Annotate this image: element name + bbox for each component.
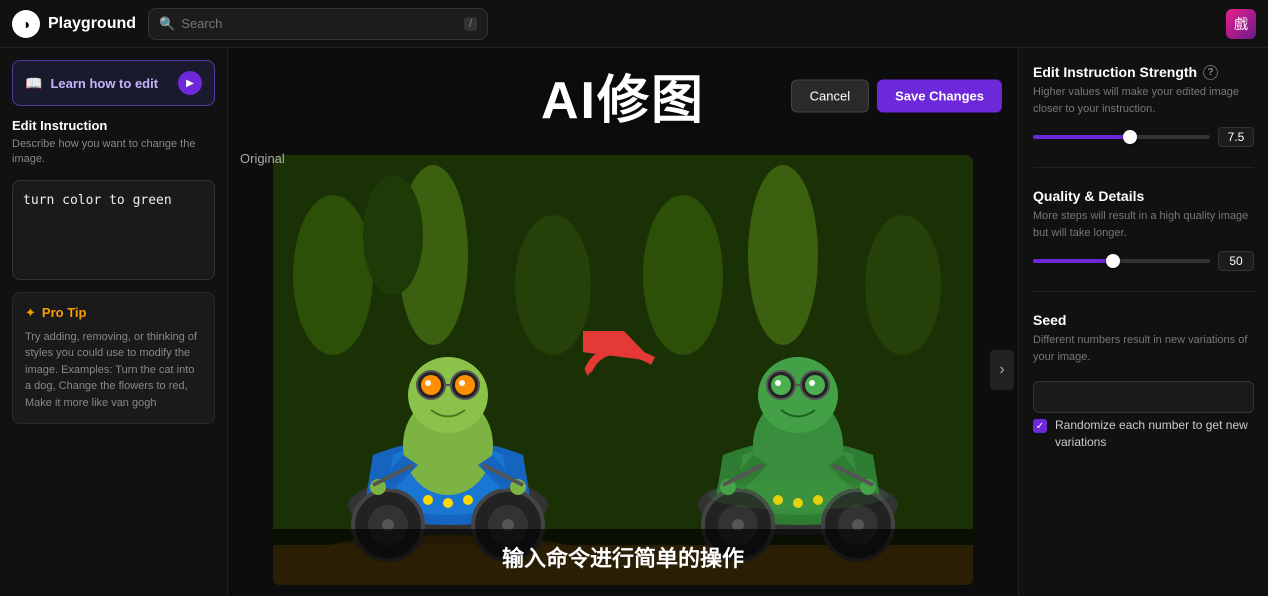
strength-section: Edit Instruction Strength ? Higher value… [1033, 64, 1254, 147]
edit-instruction-desc: Describe how you want to change the imag… [12, 137, 215, 168]
image-left [273, 155, 623, 585]
caption-overlay: 输入命令进行简单的操作 [273, 529, 973, 585]
play-icon: ▶ [178, 71, 202, 95]
search-bar[interactable]: 🔍 / [148, 8, 488, 40]
topnav: ◑ Playground 🔍 / 戲 [0, 0, 1268, 48]
quality-slider-fill [1033, 259, 1113, 263]
quality-slider-track[interactable] [1033, 259, 1210, 263]
strength-desc: Higher values will make your edited imag… [1033, 84, 1254, 117]
seed-section: Seed Different numbers result in new var… [1033, 312, 1254, 451]
nav-title: Playground [48, 15, 136, 33]
canvas-header: AI修图 Cancel Save Changes [228, 48, 1018, 143]
nav-logo: ◑ Playground [12, 10, 136, 38]
seed-title: Seed [1033, 312, 1066, 328]
search-input[interactable] [181, 16, 458, 31]
scroll-right-button[interactable]: › [990, 350, 1014, 390]
strength-title: Edit Instruction Strength [1033, 64, 1197, 80]
seed-input[interactable] [1033, 381, 1254, 413]
star-icon: ✦ [25, 305, 36, 321]
randomize-row: ✓ Randomize each number to get new varia… [1033, 417, 1254, 451]
canvas-actions: Cancel Save Changes [791, 79, 1002, 112]
search-icon: 🔍 [159, 16, 175, 32]
strength-info-icon[interactable]: ? [1203, 65, 1218, 80]
logo-icon: ◑ [12, 10, 40, 38]
strength-value: 7.5 [1218, 127, 1254, 147]
strength-slider-track[interactable] [1033, 135, 1210, 139]
pro-tip-text: Try adding, removing, or thinking of sty… [25, 329, 202, 412]
learn-how-to-edit-button[interactable]: 📖 Learn how to edit ▶ [12, 60, 215, 106]
avatar[interactable]: 戲 [1226, 9, 1256, 39]
quality-title: Quality & Details [1033, 188, 1144, 204]
original-label: Original [240, 151, 285, 166]
pro-tip-title: Pro Tip [42, 305, 87, 320]
quality-desc: More steps will result in a high quality… [1033, 208, 1254, 241]
randomize-label: Randomize each number to get new variati… [1055, 417, 1254, 451]
canvas-title: AI修图 [541, 58, 705, 133]
edit-instruction-input[interactable]: turn color to green [12, 180, 215, 280]
book-icon: 📖 [25, 75, 42, 92]
quality-section: Quality & Details More steps will result… [1033, 188, 1254, 271]
randomize-checkbox[interactable]: ✓ [1033, 419, 1047, 433]
save-changes-button[interactable]: Save Changes [877, 79, 1002, 112]
right-sidebar: Edit Instruction Strength ? Higher value… [1018, 48, 1268, 596]
image-container: 输入命令进行简单的操作 [273, 155, 973, 585]
seed-desc: Different numbers result in new variatio… [1033, 332, 1254, 365]
main-layout: 📖 Learn how to edit ▶ Edit Instruction D… [0, 48, 1268, 596]
learn-btn-label: Learn how to edit [50, 76, 158, 91]
cancel-button[interactable]: Cancel [791, 79, 869, 112]
quality-slider-thumb[interactable] [1106, 254, 1120, 268]
center-canvas: AI修图 Cancel Save Changes Original [228, 48, 1018, 596]
quality-slider-container: 50 [1033, 251, 1254, 271]
left-sidebar: 📖 Learn how to edit ▶ Edit Instruction D… [0, 48, 228, 596]
edit-instruction-title: Edit Instruction [12, 118, 215, 133]
divider-1 [1033, 167, 1254, 168]
search-shortcut: / [464, 17, 477, 31]
strength-slider-container: 7.5 [1033, 127, 1254, 147]
image-right [623, 155, 973, 585]
edit-instruction-section: Edit Instruction Describe how you want t… [12, 118, 215, 168]
strength-slider-fill [1033, 135, 1130, 139]
canvas-image-area: Original [228, 143, 1018, 596]
strength-slider-thumb[interactable] [1123, 130, 1137, 144]
divider-2 [1033, 291, 1254, 292]
pro-tip-card: ✦ Pro Tip Try adding, removing, or think… [12, 292, 215, 425]
image-bg [273, 155, 973, 585]
quality-value: 50 [1218, 251, 1254, 271]
